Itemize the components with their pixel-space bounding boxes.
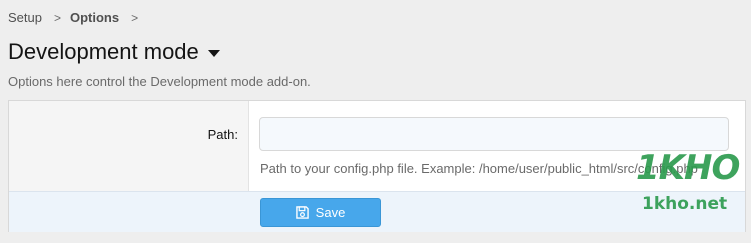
breadcrumb-separator-icon: > <box>131 10 139 25</box>
page-title-text: Development mode <box>8 39 199 64</box>
breadcrumb-item-options[interactable]: Options <box>70 10 119 25</box>
path-input-cell: Path to your config.php file. Example: /… <box>249 101 745 191</box>
page-title: Development mode <box>8 39 220 65</box>
path-label: Path: <box>207 127 238 142</box>
save-icon <box>295 206 309 219</box>
breadcrumb-item-setup[interactable]: Setup <box>8 10 42 25</box>
caret-down-icon[interactable] <box>207 49 220 57</box>
path-hint: Path to your config.php file. Example: /… <box>260 161 698 176</box>
path-label-cell: Path: <box>9 101 249 191</box>
page-description: Options here control the Development mod… <box>8 74 311 89</box>
save-button-label: Save <box>315 205 346 220</box>
submit-row: Save <box>9 191 745 232</box>
save-button[interactable]: Save <box>260 198 381 227</box>
breadcrumb-separator-icon: > <box>53 10 61 25</box>
options-form: Path: Path to your config.php file. Exam… <box>8 100 746 232</box>
path-input[interactable] <box>259 117 729 151</box>
breadcrumb: Setup > Options > <box>8 10 147 25</box>
path-form-row: Path: Path to your config.php file. Exam… <box>9 101 745 191</box>
